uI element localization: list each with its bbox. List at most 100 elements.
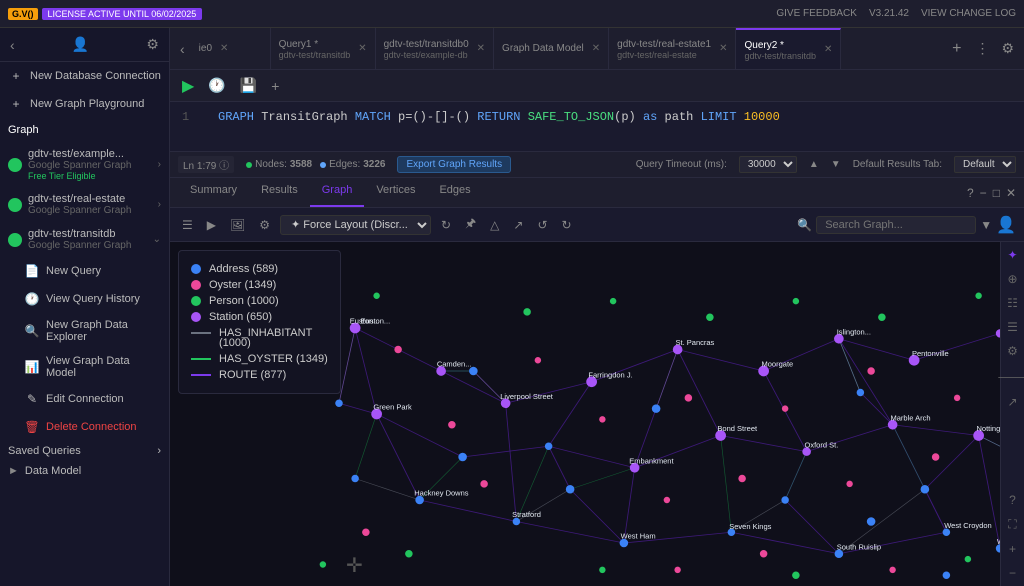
search-icon: 🔍	[797, 218, 812, 232]
sidebar-user-icon[interactable]: 👤	[70, 34, 91, 55]
history-button[interactable]: 🕐	[204, 75, 229, 96]
cursor-tool-icon[interactable]: ✦	[1005, 246, 1019, 264]
result-tab-edges[interactable]: Edges	[427, 178, 482, 207]
tab-query1-label: Query1 *	[279, 39, 318, 50]
new-query-label: New Query	[46, 265, 101, 277]
fullscreen-icon[interactable]: ⛶	[1006, 515, 1018, 534]
zoom-out-icon[interactable]: −	[1007, 564, 1018, 582]
chevron-right-icon-2: ›	[158, 199, 161, 210]
tab-add-button[interactable]: +	[944, 36, 969, 62]
minimize-icon[interactable]: −	[980, 186, 987, 200]
sidebar-saved-queries[interactable]: Saved Queries ›	[0, 441, 169, 461]
maximize-icon[interactable]: □	[993, 186, 1000, 200]
query-toolbar: ▶ 🕐 💾 +	[170, 70, 1024, 102]
save-button[interactable]: 💾	[236, 75, 261, 96]
connection-label: gdtv-test/example...	[28, 148, 152, 160]
tab-query1[interactable]: Query1 * gdtv-test/transitdb ✕	[271, 28, 376, 70]
give-feedback-link[interactable]: GIVE FEEDBACK	[776, 8, 857, 19]
tab-ie0[interactable]: ie0 ✕	[191, 28, 271, 70]
graph-hierarchy-btn[interactable]: △	[486, 216, 503, 234]
view-changelog-link[interactable]: VIEW CHANGE LOG	[921, 8, 1016, 19]
tab-ie0-close[interactable]: ✕	[220, 43, 228, 54]
sidebar-item-view-history[interactable]: 🕐 View Query History	[0, 285, 169, 313]
editor-area[interactable]: 1 GRAPH TransitGraph MATCH p=()-[]-() RE…	[170, 102, 1024, 152]
share-icon[interactable]: ↗	[1005, 393, 1019, 411]
graph-pin-btn[interactable]: 🖈	[461, 212, 480, 237]
help-circle-icon[interactable]: ?	[1007, 491, 1018, 509]
compass[interactable]: ✛	[346, 553, 363, 578]
graph-list-btn[interactable]: ▶	[203, 216, 220, 234]
graph-export-btn[interactable]: ↗	[509, 216, 527, 234]
graph-filter-btn[interactable]: ☰	[178, 216, 197, 234]
results-tab-select[interactable]: Default	[954, 156, 1016, 173]
sidebar-item-new-db[interactable]: + New Database Connection	[0, 62, 169, 90]
editor-line-1: 1 GRAPH TransitGraph MATCH p=()-[]-() RE…	[182, 110, 1012, 124]
legend-station-label: Station (650)	[209, 311, 272, 323]
graph-toolbar: ☰ ▶ 🖼 ⚙ ✦ Force Layout (Discr... ↻ 🖈 △ ↗…	[170, 208, 1024, 242]
export-graph-button[interactable]: Export Graph Results	[397, 156, 511, 173]
sidebar-settings-icon[interactable]: ⚙	[144, 34, 161, 55]
layers-icon[interactable]: ⸻	[996, 366, 1024, 387]
settings-icon[interactable]: ⚙	[1005, 342, 1020, 360]
graph-search-input[interactable]	[816, 216, 976, 234]
close-panel-icon[interactable]: ✕	[1006, 186, 1016, 200]
tab-graph-data-model[interactable]: Graph Data Model ✕	[494, 28, 609, 70]
sidebar-item-data-explorer[interactable]: 🔍 New Graph Data Explorer	[0, 313, 169, 349]
sidebar-data-model[interactable]: ► Data Model	[0, 461, 169, 481]
timeout-select[interactable]: 30000	[739, 156, 797, 173]
tab-more-button[interactable]: ⋮	[969, 36, 995, 61]
svg-text:West Croydon: West Croydon	[944, 521, 991, 530]
result-tab-graph[interactable]: Graph	[310, 178, 365, 207]
tab-real-estate1-close[interactable]: ✕	[719, 43, 727, 54]
sidebar-item-gdtv-real-estate[interactable]: gdtv-test/real-estate Google Spanner Gra…	[0, 187, 169, 222]
graph-undo-btn[interactable]: ↺	[533, 216, 551, 234]
help-icon[interactable]: ?	[967, 186, 974, 200]
sidebar-item-edit-connection[interactable]: ✎ Edit Connection	[0, 385, 169, 413]
table-icon[interactable]: ☷	[1005, 294, 1020, 312]
graph-legend: Address (589) Oyster (1349) Person (1000…	[178, 250, 341, 394]
graph-settings-btn[interactable]: ⚙	[255, 216, 274, 234]
down-arrow[interactable]: ▼	[831, 159, 841, 170]
real-estate-sub: Google Spanner Graph	[28, 205, 152, 216]
new-query-icon: 📄	[24, 263, 40, 279]
sidebar-back-btn[interactable]: ‹	[8, 35, 17, 55]
search-options-icon[interactable]: ▼	[980, 218, 992, 232]
tab-query1-close[interactable]: ✕	[358, 43, 366, 54]
location-icon[interactable]: ⊕	[1005, 270, 1019, 288]
result-tab-vertices[interactable]: Vertices	[364, 178, 427, 207]
run-query-button[interactable]: ▶	[178, 74, 198, 98]
nodes-label: Nodes:	[255, 159, 287, 170]
sidebar-item-new-playground[interactable]: + New Graph Playground	[0, 90, 169, 118]
tab-query2-close[interactable]: ✕	[824, 44, 832, 55]
status-bar: Ln 1:79 ⓘ Nodes: 3588 Edges: 3226 Export…	[170, 152, 1024, 178]
edges-dot	[320, 162, 326, 168]
result-tab-summary[interactable]: Summary	[178, 178, 249, 207]
tab-nav-back[interactable]: ‹	[174, 37, 191, 61]
sidebar-item-new-query[interactable]: 📄 New Query	[0, 257, 169, 285]
graph-container: Address (589) Oyster (1349) Person (1000…	[170, 242, 1024, 586]
layout-select[interactable]: ✦ Force Layout (Discr...	[280, 215, 431, 235]
sidebar-item-data-model[interactable]: 📊 View Graph Data Model	[0, 349, 169, 385]
edges-label: Edges:	[329, 159, 360, 170]
delete-icon: 🗑	[24, 419, 40, 435]
view-history-label: View Query History	[46, 293, 140, 305]
tab-real-estate1[interactable]: gdtv-test/real-estate1 gdtv-test/real-es…	[609, 28, 736, 70]
add-tab-button[interactable]: +	[267, 76, 283, 96]
sidebar-item-delete-connection[interactable]: 🗑 Delete Connection	[0, 413, 169, 441]
up-arrow[interactable]: ▲	[809, 159, 819, 170]
tab-query2[interactable]: Query2 * gdtv-test/transitdb ✕	[736, 28, 841, 70]
result-tab-results[interactable]: Results	[249, 178, 310, 207]
tab-settings-button[interactable]: ⚙	[995, 36, 1020, 61]
graph-refresh-btn[interactable]: ↻	[437, 216, 455, 234]
tabs-bar: ‹ ie0 ✕ Query1 * gdtv-test/transitdb ✕ g…	[170, 28, 1024, 70]
graph-user-icon[interactable]: 👤	[996, 215, 1016, 235]
graph-image-btn[interactable]: 🖼	[226, 216, 249, 234]
sidebar-item-gdtv-transitdb[interactable]: gdtv-test/transitdb Google Spanner Graph…	[0, 222, 169, 257]
tab-graph-data-model-close[interactable]: ✕	[592, 43, 600, 54]
zoom-in-icon[interactable]: +	[1007, 540, 1018, 558]
tab-transitdb0-close[interactable]: ✕	[477, 43, 485, 54]
tab-transitdb0[interactable]: gdtv-test/transitdb0 gdtv-test/example-d…	[376, 28, 494, 70]
sidebar-item-gdtv-example[interactable]: gdtv-test/example... Google Spanner Grap…	[0, 142, 169, 187]
graph-redo-btn[interactable]: ↻	[558, 216, 576, 234]
filter-icon[interactable]: ☰	[1005, 318, 1020, 336]
